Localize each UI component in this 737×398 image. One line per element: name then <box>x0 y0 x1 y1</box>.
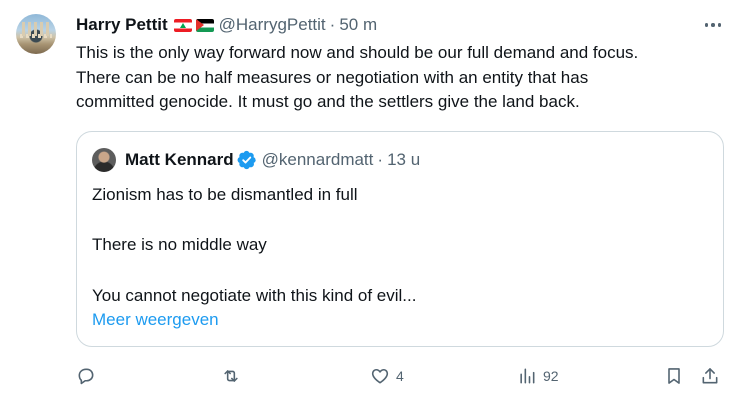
retweet-button[interactable] <box>221 364 247 388</box>
palestine-flag-icon <box>195 18 214 32</box>
retweet-icon <box>224 370 238 382</box>
tweet-text: This is the only way forward now and sho… <box>76 43 639 111</box>
separator-dot: · <box>329 15 336 34</box>
separator-dot: · <box>377 150 384 169</box>
action-bar: 4 92 <box>76 364 726 388</box>
quoted-tweet-header: Matt Kennard @kennardmatt · 13 u <box>125 149 420 171</box>
tweet-timestamp[interactable]: 50 m <box>339 15 377 35</box>
quoted-timestamp: 13 u <box>387 150 421 169</box>
views-button[interactable]: 92 <box>517 364 559 388</box>
quoted-text-line: There is no middle way <box>92 235 267 254</box>
reply-icon <box>78 368 94 385</box>
share-button[interactable] <box>700 364 720 388</box>
bookmark-icon <box>668 368 680 384</box>
like-count: 4 <box>396 368 404 384</box>
views-count: 92 <box>543 368 559 384</box>
author-handle[interactable]: @HarrygPettit <box>219 15 326 35</box>
share-icon <box>702 368 718 384</box>
more-options-button[interactable] <box>700 12 726 38</box>
views-icon <box>520 368 535 384</box>
quoted-author-handle: @kennardmatt <box>261 150 374 169</box>
like-button[interactable]: 4 <box>370 364 404 388</box>
author-display-name[interactable]: Harry Pettit <box>76 15 168 35</box>
reply-button[interactable] <box>76 364 102 388</box>
dot-icon <box>704 23 709 27</box>
bookmark-button[interactable] <box>664 364 684 388</box>
tweet-header: Harry Pettit @HarrygPettit · 50 m <box>76 14 377 36</box>
quoted-text-line: Zionism has to be dismantled in full <box>92 185 358 204</box>
quoted-tweet-card[interactable]: Matt Kennard @kennardmatt · 13 u Zionism… <box>76 131 724 347</box>
avatar[interactable] <box>16 14 56 54</box>
dot-icon <box>711 23 715 27</box>
quoted-text-line: You cannot negotiate with this kind of e… <box>92 286 417 305</box>
quoted-avatar <box>92 148 116 172</box>
dot-icon <box>717 23 722 27</box>
quoted-author-display-name: Matt Kennard <box>125 150 234 169</box>
lebanon-flag-icon <box>173 18 192 32</box>
verified-badge-icon <box>237 150 256 170</box>
show-more-link[interactable]: Meer weergeven <box>92 310 219 330</box>
heart-icon <box>371 368 389 384</box>
tweet[interactable]: Harry Pettit @HarrygPettit · 50 m This i… <box>0 0 737 398</box>
